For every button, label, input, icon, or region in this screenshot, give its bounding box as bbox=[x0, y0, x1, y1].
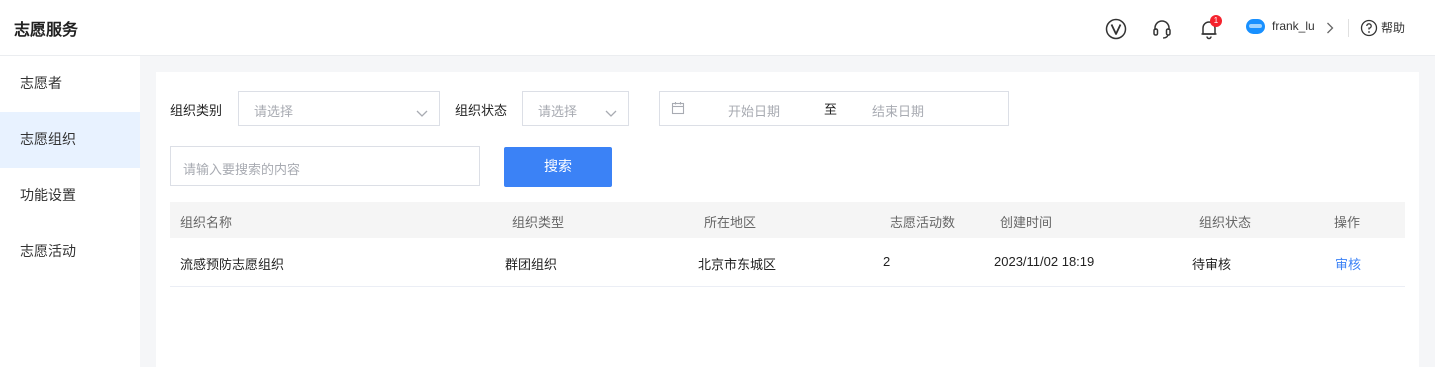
sidebar-item-activities[interactable]: 志愿活动 bbox=[0, 224, 140, 280]
help-circle-icon[interactable] bbox=[1360, 19, 1378, 41]
cell-org-type: 群团组织 bbox=[505, 258, 558, 273]
column-header: 志愿活动数 bbox=[890, 216, 956, 231]
chevron-down-icon bbox=[604, 103, 618, 122]
chevron-right-icon[interactable] bbox=[1325, 20, 1335, 39]
sidebar-item-settings[interactable]: 功能设置 bbox=[0, 168, 140, 224]
table-row: 流感预防志愿组织 群团组织 北京市东城区 2 2023/11/02 18:19 … bbox=[170, 238, 1405, 287]
org-type-placeholder: 请选择 bbox=[254, 105, 294, 120]
chevron-down-icon bbox=[415, 103, 429, 122]
date-range-picker[interactable]: 开始日期 至 结束日期 bbox=[659, 91, 1009, 126]
sidebar: 志愿者 志愿组织 功能设置 志愿活动 bbox=[0, 56, 140, 367]
review-link[interactable]: 审核 bbox=[1335, 254, 1361, 273]
sidebar-item-volunteers[interactable]: 志愿者 bbox=[0, 56, 140, 112]
org-status-label: 组织状态 bbox=[455, 104, 508, 119]
sidebar-item-organizations[interactable]: 志愿组织 bbox=[0, 112, 140, 168]
end-date-input[interactable]: 结束日期 bbox=[872, 101, 924, 120]
org-status-select[interactable]: 请选择 bbox=[522, 91, 629, 126]
cell-status: 待审核 bbox=[1192, 258, 1232, 273]
search-button[interactable]: 搜索 bbox=[504, 147, 612, 187]
range-separator: 至 bbox=[824, 103, 838, 118]
org-status-placeholder: 请选择 bbox=[538, 105, 578, 120]
app-title: 志愿服务 bbox=[14, 20, 79, 39]
table-header: 组织名称 组织类型 所在地区 志愿活动数 创建时间 组织状态 操作 bbox=[170, 202, 1405, 238]
start-date-input[interactable]: 开始日期 bbox=[728, 101, 780, 120]
header-divider bbox=[1348, 19, 1349, 37]
calendar-icon bbox=[671, 100, 685, 119]
notification-badge: 1 bbox=[1210, 15, 1222, 27]
org-type-label: 组织类别 bbox=[170, 104, 223, 119]
v-logo-icon[interactable] bbox=[1104, 17, 1128, 41]
top-bar: 志愿服务 1 frank_lu 帮助 bbox=[0, 0, 1435, 56]
headset-icon[interactable] bbox=[1150, 17, 1174, 41]
search-input[interactable]: 请输入要搜索的内容 bbox=[170, 146, 480, 186]
search-placeholder: 请输入要搜索的内容 bbox=[183, 163, 301, 178]
column-header: 组织类型 bbox=[512, 216, 565, 231]
avatar[interactable] bbox=[1246, 19, 1265, 34]
column-header: 操作 bbox=[1334, 216, 1361, 231]
cell-org-name: 流感预防志愿组织 bbox=[180, 258, 285, 273]
cell-region: 北京市东城区 bbox=[698, 258, 777, 273]
cell-activity-count: 2 bbox=[883, 254, 891, 269]
column-header: 组织状态 bbox=[1199, 216, 1252, 231]
column-header: 组织名称 bbox=[180, 216, 233, 231]
help-link[interactable]: 帮助 bbox=[1381, 19, 1405, 36]
column-header: 所在地区 bbox=[704, 216, 757, 231]
org-type-select[interactable]: 请选择 bbox=[238, 91, 440, 126]
username[interactable]: frank_lu bbox=[1272, 19, 1315, 33]
cell-created-at: 2023/11/02 18:19 bbox=[994, 254, 1095, 269]
column-header: 创建时间 bbox=[1000, 216, 1053, 231]
